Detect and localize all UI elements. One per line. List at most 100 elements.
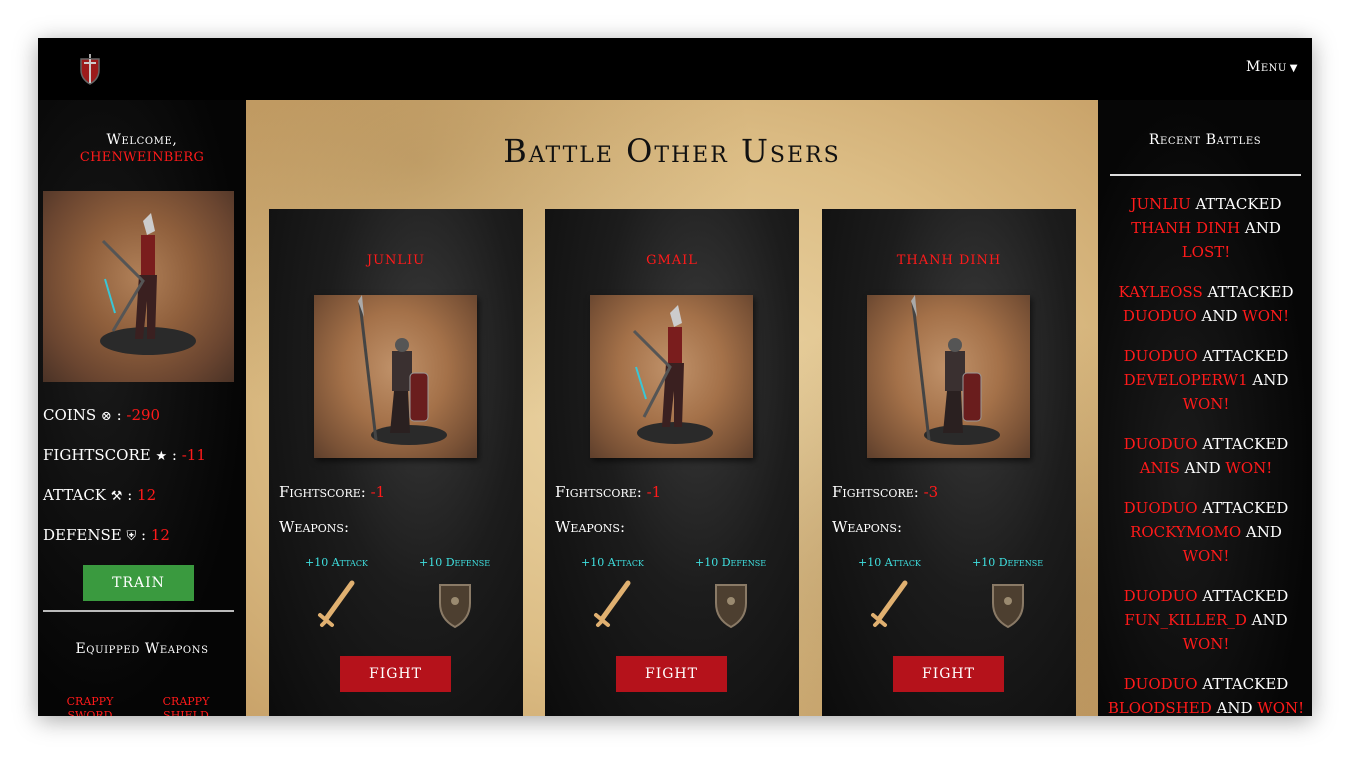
equipped-shield[interactable]: CRAPPY SHIELD — [156, 695, 216, 716]
attacker-link[interactable]: DUODUO — [1124, 587, 1198, 605]
attack-bonus: +10 Attack — [858, 556, 921, 569]
defender-link[interactable]: BLOODSHED — [1108, 699, 1212, 716]
welcome-text: Welcome, — [106, 132, 178, 148]
fightscore-label: Fightscore: — [555, 483, 642, 501]
attacker-link[interactable]: DUODUO — [1124, 499, 1198, 517]
attacker-link[interactable]: DUODUO — [1124, 675, 1198, 693]
battle-entry: DUODUO attacked DEVELOPERW1 and WON! — [1123, 347, 1289, 413]
defender-link[interactable]: ANIS — [1140, 459, 1180, 477]
fightscore-value: -1 — [370, 483, 386, 501]
defender-link[interactable]: DUODUO — [1123, 307, 1197, 325]
fightscore-value: -11 — [181, 446, 206, 464]
defender-link[interactable]: THANH DINH — [1131, 219, 1240, 237]
opponent-avatar — [590, 295, 753, 458]
battle-entry: KAYLEOSS attacked DUODUO and WON! — [1118, 283, 1294, 325]
battle-result: WON! — [1242, 307, 1290, 325]
player-stats: COINS ⊗ : -290 FIGHTSCORE ★ : -11 ATTACK… — [43, 405, 243, 565]
warrior-figure-icon — [100, 213, 196, 355]
opponent-card: JUNLIU Fightscore: -1 Weapons: +10 Attac… — [269, 209, 523, 716]
weapons-label: Weapons: — [279, 518, 350, 536]
attacker-link[interactable]: DUODUO — [1124, 347, 1198, 365]
coin-icon: ⊗ — [100, 409, 112, 424]
battle-result: WON! — [1225, 459, 1273, 477]
attack-label: ATTACK — [43, 486, 106, 504]
divider — [1110, 174, 1301, 176]
fightscore-label: FIGHTSCORE — [43, 446, 151, 464]
defense-value: 12 — [150, 526, 170, 544]
opponent-name: GMAIL — [646, 253, 698, 268]
sword-icon[interactable] — [316, 579, 356, 629]
attack-stat: ATTACK ⚒ : 12 — [43, 486, 157, 504]
navbar: Menu ▼ — [38, 38, 1312, 100]
attacker-link[interactable]: JUNLIU — [1130, 195, 1190, 213]
equipped-weapons-title: Equipped Weapons — [75, 641, 209, 657]
caret-down-icon: ▼ — [1289, 63, 1298, 74]
recent-battles-sidebar: Recent Battles JUNLIU attacked THANH DIN… — [1098, 100, 1312, 716]
battle-result: WON! — [1182, 547, 1230, 565]
player-avatar — [43, 191, 234, 382]
fightscore-label: Fightscore: — [832, 483, 919, 501]
defense-bonus: +10 Defense — [972, 556, 1044, 569]
page-title: Battle Other Users — [503, 132, 841, 170]
sword-icon[interactable] — [592, 579, 632, 629]
battle-entry: DUODUO attacked ROCKYMOMO and WON! — [1123, 499, 1289, 565]
opponent-avatar — [314, 295, 477, 458]
fight-button[interactable]: FIGHT — [893, 656, 1004, 692]
opponent-fightscore: Fightscore: -1 — [279, 483, 385, 501]
battle-entry: DUODUO attacked BLOODSHED and WON! — [1107, 675, 1305, 716]
defense-stat: DEFENSE ⛨ : 12 — [43, 526, 170, 544]
battle-entry: JUNLIU attacked THANH DINH and LOST! — [1130, 195, 1282, 261]
equipped-sword[interactable]: CRAPPY SWORD — [60, 695, 120, 716]
battle-result: WON! — [1182, 635, 1230, 653]
username: CHENWEINBERG — [79, 150, 205, 165]
menu-label: Menu — [1245, 59, 1287, 75]
opponent-name: JUNLIU — [366, 253, 426, 268]
battle-entry: DUODUO attacked FUN_KILLER_D and WON! — [1123, 587, 1289, 653]
app-window: Menu ▼ Welcome, CHENWEINBERG COINS ⊗ : -2… — [38, 38, 1312, 716]
coins-stat: COINS ⊗ : -290 — [43, 406, 161, 424]
attacker-link[interactable]: DUODUO — [1124, 435, 1198, 453]
hammer-icon: ⚒ — [110, 489, 123, 504]
opponent-avatar — [867, 295, 1030, 458]
battle-result: WON! — [1257, 699, 1305, 716]
fight-button[interactable]: FIGHT — [616, 656, 727, 692]
fightscore-value: -3 — [923, 483, 939, 501]
shield-logo-icon[interactable] — [78, 52, 102, 86]
attack-value: 12 — [137, 486, 157, 504]
menu-dropdown-button[interactable]: Menu ▼ — [1246, 59, 1298, 75]
fightscore-label: Fightscore: — [279, 483, 366, 501]
coins-value: -290 — [126, 406, 161, 424]
defender-link[interactable]: ROCKYMOMO — [1130, 523, 1241, 541]
defender-link[interactable]: FUN_KILLER_D — [1124, 611, 1247, 629]
defense-bonus: +10 Defense — [419, 556, 491, 569]
defender-link[interactable]: DEVELOPERW1 — [1124, 371, 1248, 389]
battle-entry: DUODUO attacked ANIS and WON! — [1123, 435, 1289, 477]
train-button[interactable]: TRAIN — [83, 565, 194, 601]
star-icon: ★ — [155, 449, 168, 464]
attack-bonus: +10 Attack — [305, 556, 368, 569]
defense-label: DEFENSE — [43, 526, 122, 544]
shield-icon[interactable] — [989, 579, 1027, 629]
opponent-name: THANH DINH — [896, 253, 1002, 268]
attacker-link[interactable]: KAYLEOSS — [1119, 283, 1203, 301]
attack-bonus: +10 Attack — [581, 556, 644, 569]
sword-icon[interactable] — [869, 579, 909, 629]
shield-icon[interactable] — [712, 579, 750, 629]
fightscore-stat: FIGHTSCORE ★ : -11 — [43, 446, 206, 464]
shield-icon: ⛨ — [126, 529, 137, 544]
battle-log: JUNLIU attacked THANH DINH and LOST! KAY… — [1106, 192, 1306, 716]
user-sidebar: Welcome, CHENWEINBERG COINS ⊗ : -290 FIG… — [38, 100, 246, 716]
battle-result: WON! — [1182, 395, 1230, 413]
recent-battles-title: Recent Battles — [1148, 132, 1262, 148]
defense-bonus: +10 Defense — [695, 556, 767, 569]
welcome-block: Welcome, CHENWEINBERG — [38, 132, 246, 166]
opponent-fightscore: Fightscore: -3 — [832, 483, 938, 501]
fight-button[interactable]: FIGHT — [340, 656, 451, 692]
opponent-card: THANH DINH Fightscore: -3 Weapons: +10 A… — [822, 209, 1076, 716]
shield-icon[interactable] — [436, 579, 474, 629]
weapons-label: Weapons: — [832, 518, 903, 536]
opponent-fightscore: Fightscore: -1 — [555, 483, 661, 501]
divider — [43, 610, 234, 612]
knight-figure-icon — [358, 295, 447, 445]
battle-area: Battle Other Users JUNLIU Fightscore: -1 — [246, 100, 1098, 716]
